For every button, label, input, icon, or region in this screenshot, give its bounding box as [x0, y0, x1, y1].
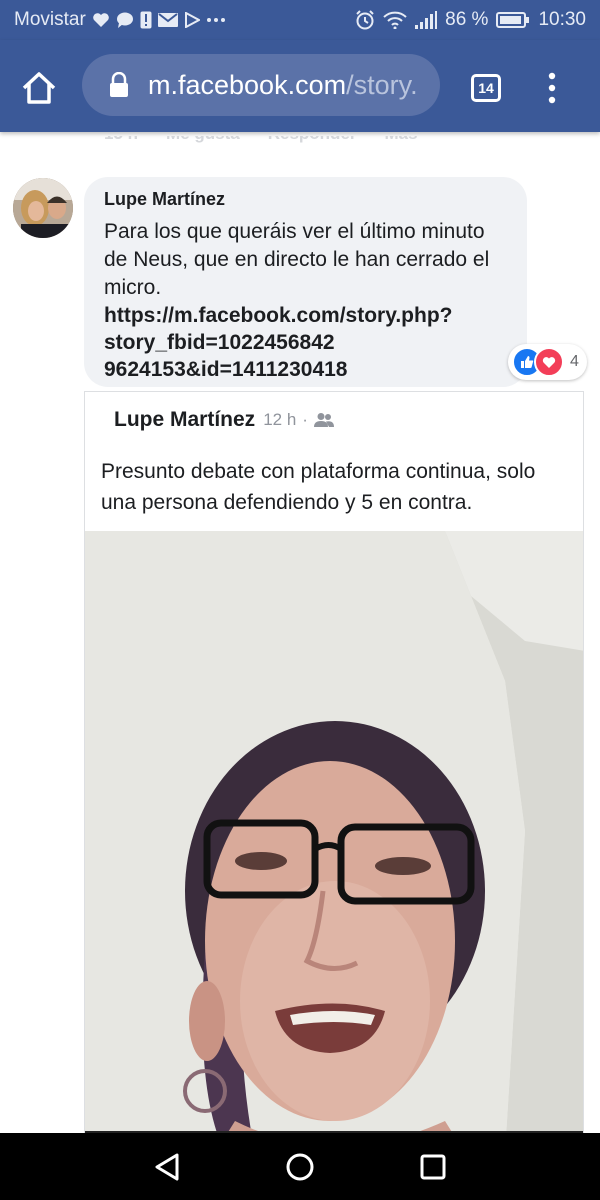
status-bar: Movistar 86 % 10:30: [0, 0, 600, 40]
carrier-name: Movistar: [14, 9, 86, 30]
status-right: 86 % 10:30: [355, 9, 586, 31]
battery-percent: 86 %: [445, 9, 489, 30]
shared-post-time[interactable]: 12 h: [263, 410, 296, 430]
back-triangle-icon: [155, 1153, 179, 1180]
chat-icon: [116, 12, 134, 28]
back-button[interactable]: [147, 1147, 187, 1187]
alert-icon: [140, 11, 152, 29]
alarm-icon: [355, 10, 375, 30]
battery-icon: [496, 12, 530, 28]
home-icon: [22, 72, 56, 104]
more-dots-icon: [206, 17, 226, 23]
comment-text: Para los que queráis ver el último minut…: [104, 220, 490, 299]
wifi-icon: [383, 11, 407, 29]
video-thumbnail[interactable]: [85, 531, 583, 1150]
signal-icon: [415, 11, 438, 29]
comment-bubble: Lupe Martínez Para los que queráis ver e…: [84, 177, 527, 387]
comment-author[interactable]: Lupe Martínez: [104, 189, 509, 210]
shared-post-header: Lupe Martínez 12 h ·: [114, 408, 334, 432]
url-text: m.facebook.com/story.: [148, 70, 418, 101]
browser-toolbar: m.facebook.com/story. 14: [0, 40, 600, 132]
system-nav-bar: [0, 1133, 600, 1200]
love-reaction-icon: [534, 347, 564, 377]
play-icon: [184, 12, 200, 28]
avatar-photo: [13, 178, 73, 238]
home-circle-icon: [286, 1153, 314, 1180]
url-path: /story.: [346, 69, 418, 100]
reaction-count: 4: [570, 353, 579, 370]
clock: 10:30: [538, 9, 586, 30]
separator-dot: ·: [302, 410, 308, 429]
comment-link[interactable]: https://m.facebook.com/story.php? story_…: [104, 302, 509, 383]
shared-post-author[interactable]: Lupe Martínez: [114, 408, 255, 432]
home-nav-button[interactable]: [280, 1147, 320, 1187]
video-frame-image: [85, 531, 583, 1150]
recents-square-icon: [420, 1154, 446, 1179]
url-domain: m.facebook.com: [148, 69, 347, 100]
home-button[interactable]: [20, 69, 58, 107]
comment-link-line-3: 9624153&id=1411230418: [104, 358, 348, 381]
heart-icon: [92, 12, 110, 28]
friends-audience-icon: [313, 412, 334, 428]
avatar[interactable]: [13, 178, 73, 238]
reactions-summary[interactable]: 4: [508, 344, 587, 380]
vertical-dots-icon: [548, 72, 556, 104]
mail-icon: [157, 13, 178, 27]
browser-menu-button[interactable]: [540, 70, 564, 106]
status-left: Movistar: [14, 9, 226, 31]
address-bar[interactable]: m.facebook.com/story.: [82, 54, 440, 116]
shared-post-text: Presunto debate con plataforma continua,…: [101, 460, 536, 514]
comment-link-line-2: story_fbid=1022456842: [104, 331, 335, 354]
lock-icon: [110, 72, 128, 97]
tab-switcher-button[interactable]: 14: [471, 74, 501, 102]
shared-post-card[interactable]: Lupe Martínez 12 h · Presunto debate con…: [84, 391, 584, 1151]
recents-button[interactable]: [413, 1147, 453, 1187]
comment-link-line-1: https://m.facebook.com/story.php?: [104, 304, 453, 327]
